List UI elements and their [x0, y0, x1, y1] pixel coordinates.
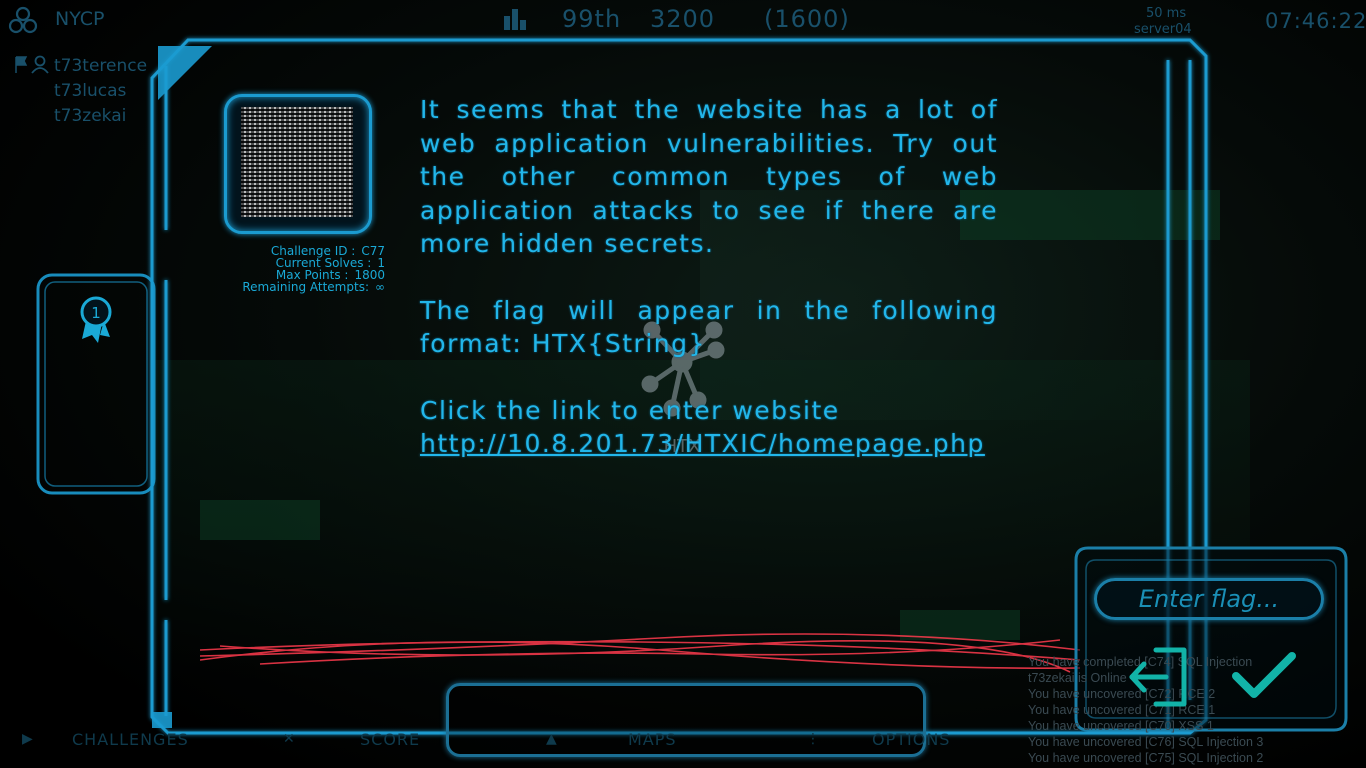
challenge-image-frame: [224, 94, 372, 234]
remaining-attempts-label: Remaining Attempts:: [242, 280, 369, 294]
description-paragraph: The flag will appear in the following fo…: [420, 295, 998, 359]
link-instruction: Click the link to enter website: [420, 395, 840, 425]
nav-options[interactable]: OPTIONS: [872, 730, 950, 749]
options-icon: ⋮: [806, 731, 820, 747]
flag-input[interactable]: [1094, 578, 1324, 620]
badge-number: 1: [91, 304, 101, 322]
remaining-attempts: ∞: [375, 280, 385, 294]
bottom-nav: ▶ CHALLENGES ✕ SCORE ▲ MAPS ⋮ OPTIONS: [0, 720, 1366, 768]
description-paragraph: It seems that the website has a lot of w…: [420, 95, 998, 258]
submit-check-icon[interactable]: [1230, 650, 1298, 700]
challenge-website-link[interactable]: http://10.8.201.73/HTXIC/homepage.php: [420, 429, 985, 458]
nav-maps[interactable]: MAPS: [628, 730, 677, 749]
play-icon: ▶: [22, 731, 33, 747]
map-icon: ▲: [546, 731, 557, 747]
challenge-description: It seems that the website has a lot of w…: [420, 93, 998, 461]
nav-challenges[interactable]: CHALLENGES: [72, 730, 189, 749]
challenge-info: Challenge ID : C77 Current Solves :1 Max …: [210, 245, 385, 293]
close-icon: ✕: [283, 731, 295, 747]
exit-icon[interactable]: [1126, 646, 1190, 708]
award-badge-icon[interactable]: 1: [78, 295, 114, 345]
nav-score[interactable]: SCORE: [360, 730, 420, 749]
challenge-image: [241, 107, 353, 217]
